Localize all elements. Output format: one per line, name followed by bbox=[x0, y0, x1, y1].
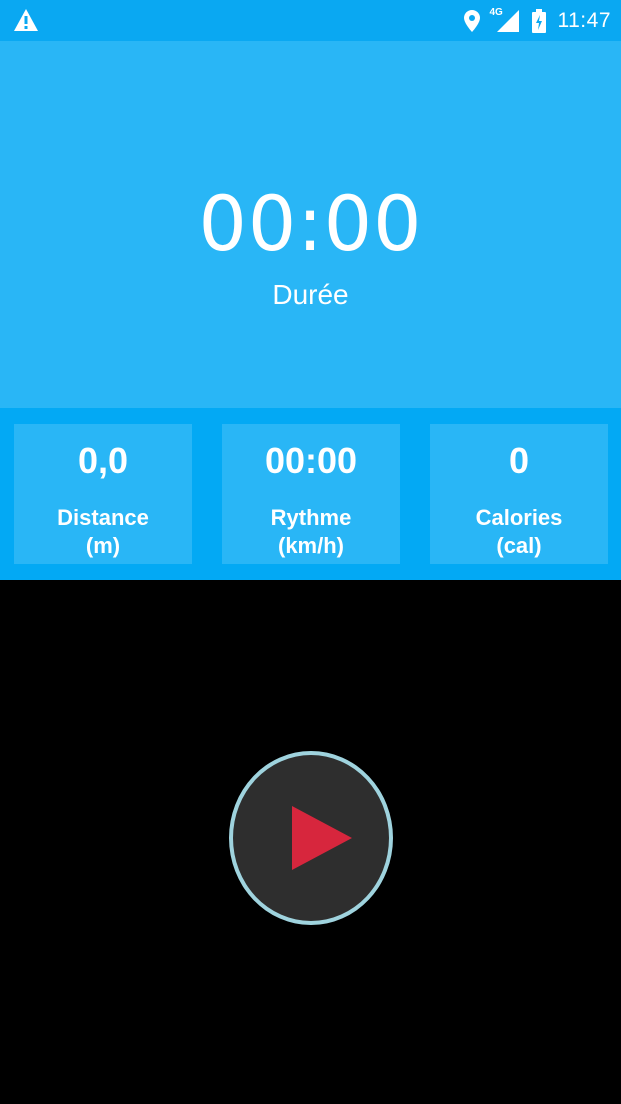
duration-value: 00:00 bbox=[198, 179, 423, 268]
battery-icon bbox=[531, 8, 546, 33]
warning-icon bbox=[14, 9, 38, 31]
distance-unit: (m) bbox=[85, 533, 121, 558]
distance-value: 0,0 bbox=[77, 440, 129, 481]
stat-card-distance: 0,0 Distance (m) bbox=[14, 424, 192, 564]
network-type-label: 4G bbox=[489, 6, 503, 18]
stats-strip: 0,0 Distance (m) 00:00 Rythme (km/h) 0 C… bbox=[0, 408, 621, 580]
status-bar: 4G 11:47 bbox=[0, 0, 621, 41]
signal-icon: 4G bbox=[489, 6, 520, 33]
calories-value: 0 bbox=[508, 440, 530, 481]
pace-unit: (km/h) bbox=[278, 533, 344, 558]
stat-card-pace: 00:00 Rythme (km/h) bbox=[222, 424, 400, 564]
status-time: 11:47 bbox=[557, 8, 611, 32]
duration-label: Durée bbox=[272, 279, 349, 310]
stat-card-calories: 0 Calories (cal) bbox=[430, 424, 608, 564]
play-button[interactable] bbox=[229, 751, 393, 925]
play-icon bbox=[292, 806, 352, 870]
duration-panel: 00:00 Durée bbox=[0, 41, 621, 408]
pace-value: 00:00 bbox=[264, 440, 358, 481]
location-icon bbox=[463, 9, 480, 32]
pace-label: Rythme bbox=[270, 505, 352, 530]
distance-label: Distance bbox=[57, 505, 149, 530]
app-screen: 4G 11:47 00:00 Durée 0,0 Distance (m) 00… bbox=[0, 0, 621, 1104]
calories-unit: (cal) bbox=[496, 533, 542, 558]
status-icons: 4G 11:47 bbox=[463, 0, 612, 41]
calories-label: Calories bbox=[475, 505, 563, 530]
